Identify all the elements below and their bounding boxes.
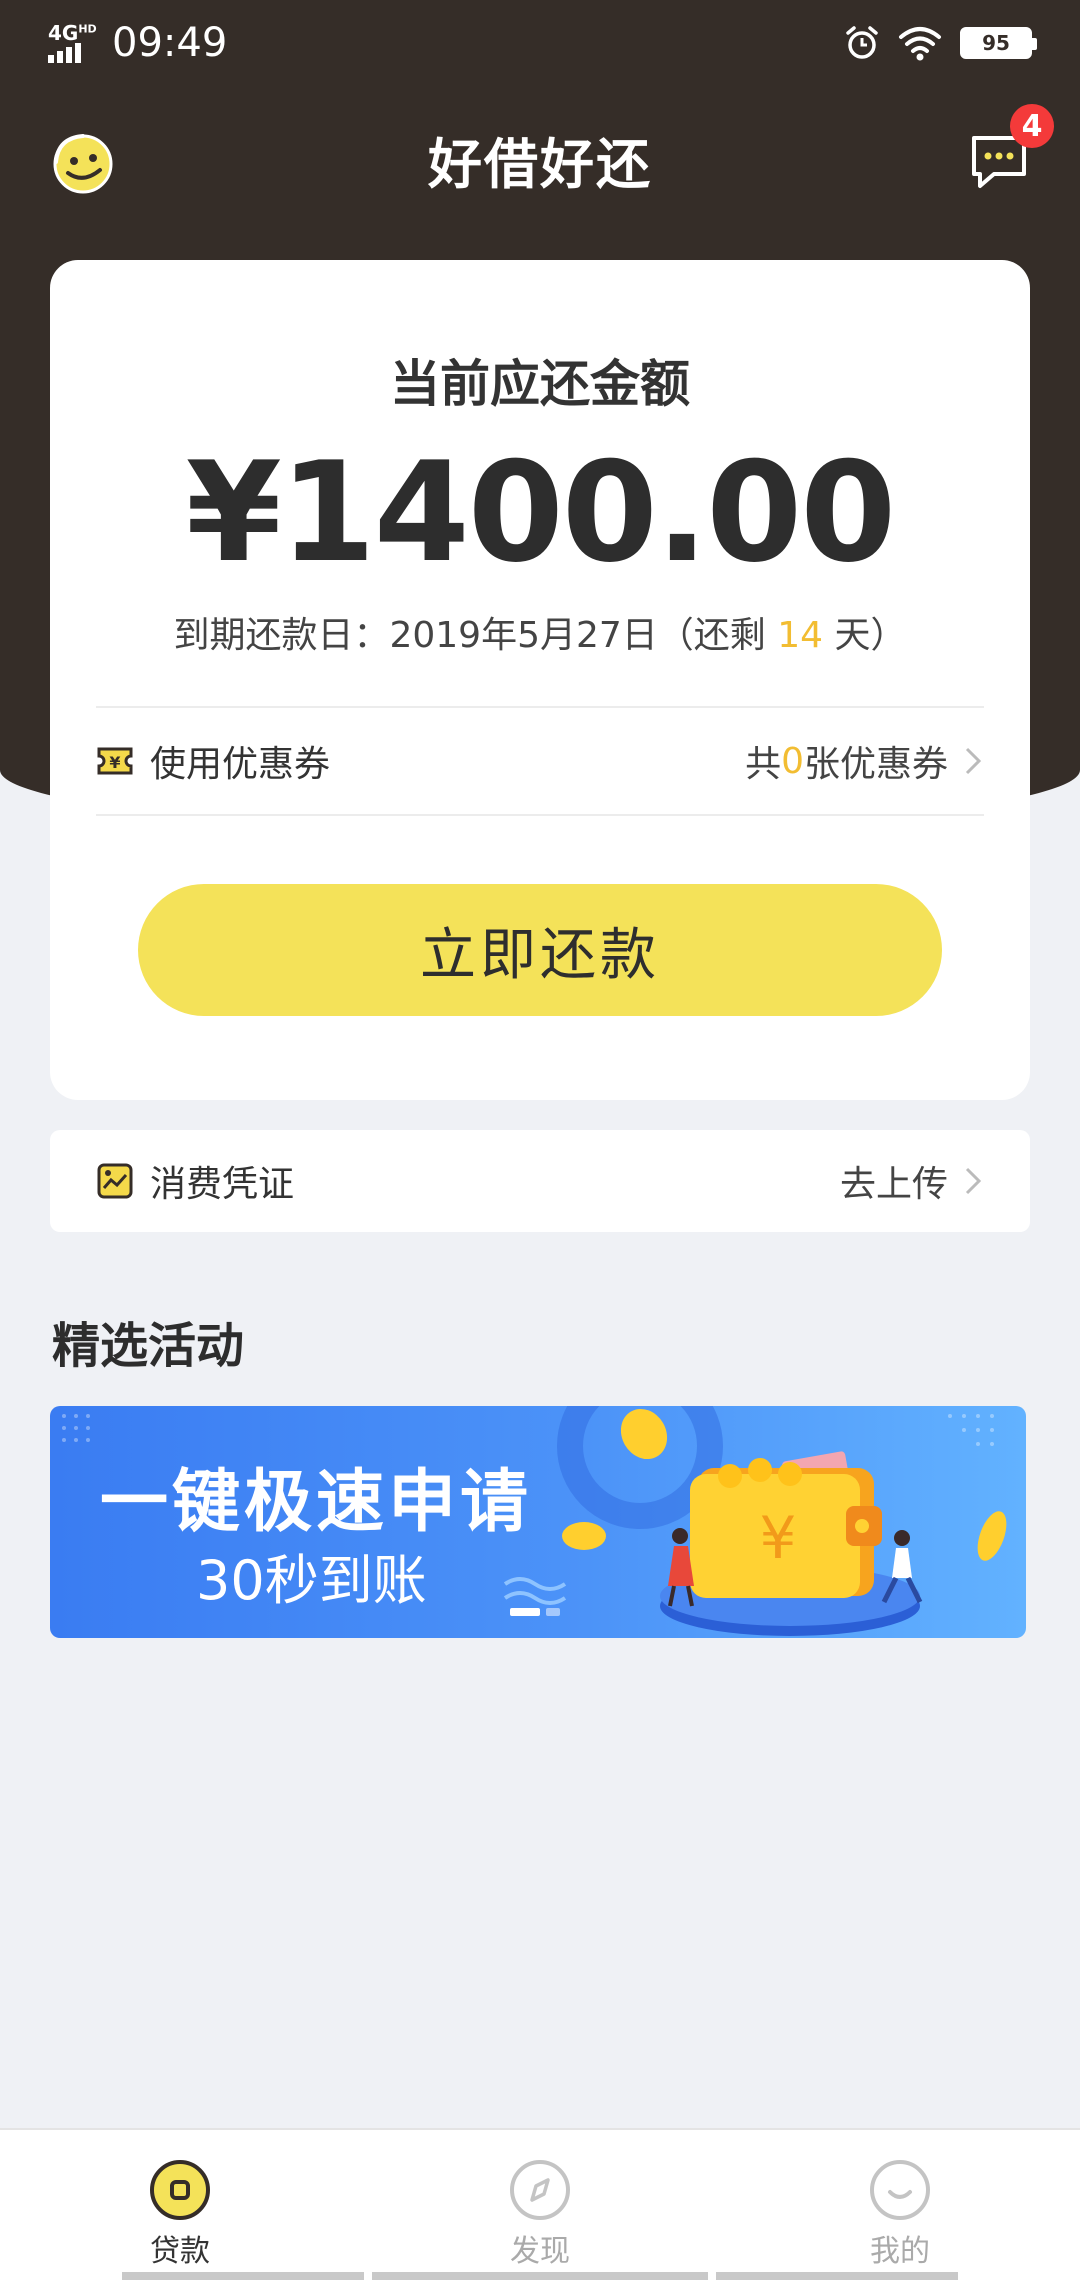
coupon-count-text: 共 0 张优惠券 bbox=[745, 735, 984, 787]
banner-headline: 一键极速申请 bbox=[100, 1463, 533, 1542]
due-date-suffix: 天） bbox=[823, 615, 907, 656]
tab-label: 贷款 bbox=[150, 2234, 210, 2269]
battery-indicator: 95 bbox=[960, 27, 1037, 59]
promo-banner[interactable]: ¥ 一键极速申请 30秒到账 bbox=[50, 1406, 1026, 1638]
page-title: 好借好还 bbox=[428, 133, 652, 196]
amount-value: ¥1400.00 bbox=[185, 432, 897, 593]
wifi-icon bbox=[899, 27, 941, 61]
due-date-prefix: 到期还款日：2019年5月27日（还剩 bbox=[173, 615, 778, 656]
network-indicator: 4GHD bbox=[48, 21, 100, 65]
days-left: 14 bbox=[777, 615, 824, 656]
coupon-suffix: 张优惠券 bbox=[803, 744, 948, 785]
divider bbox=[96, 814, 984, 816]
message-badge: 4 bbox=[1010, 104, 1054, 148]
alarm-icon bbox=[846, 26, 878, 59]
network-suffix: HD bbox=[78, 22, 97, 36]
voucher-label: 消费凭证 bbox=[150, 1164, 295, 1205]
tab-label: 发现 bbox=[510, 2234, 570, 2269]
tab-mine[interactable]: 我的 bbox=[720, 2130, 1080, 2280]
upload-link[interactable]: 去上传 bbox=[840, 1155, 984, 1207]
bottom-tab-bar: 贷款 发现 我的 bbox=[0, 2128, 1080, 2280]
carousel-indicator bbox=[510, 1608, 560, 1616]
status-bar: 4GHD 09:49 95 bbox=[0, 0, 1080, 86]
status-time: 09:49 bbox=[112, 20, 228, 66]
loan-coin-icon bbox=[150, 2160, 210, 2220]
coupon-prefix: 共 bbox=[745, 744, 782, 785]
coupon-row[interactable]: ¥ 使用优惠券 共 0 张优惠券 bbox=[96, 708, 984, 814]
banner-subline: 30秒到账 bbox=[196, 1549, 427, 1612]
coupon-label: 使用优惠券 bbox=[150, 744, 331, 785]
coupon-count: 0 bbox=[781, 740, 804, 782]
repay-now-button[interactable]: 立即还款 bbox=[138, 884, 942, 1016]
upload-label: 去上传 bbox=[839, 1164, 948, 1205]
amount-label: 当前应还金额 bbox=[390, 355, 690, 413]
receipt-image-icon bbox=[97, 1163, 133, 1199]
svg-text:¥: ¥ bbox=[760, 1504, 797, 1572]
app-header: 好借好还 bbox=[0, 100, 1080, 220]
chevron-right-icon bbox=[965, 747, 982, 775]
nav-indicator bbox=[122, 2272, 364, 2280]
signal-icon bbox=[48, 43, 81, 63]
tab-label: 我的 bbox=[870, 2234, 930, 2269]
due-date-text: 到期还款日：2019年5月27日（还剩 14 天） bbox=[50, 606, 1030, 658]
coupon-icon: ¥ bbox=[97, 747, 133, 775]
tab-loan[interactable]: 贷款 bbox=[0, 2130, 360, 2280]
section-title: 精选活动 bbox=[52, 1318, 245, 1374]
nav-indicator bbox=[372, 2272, 708, 2280]
nav-indicator bbox=[716, 2272, 958, 2280]
compass-icon bbox=[510, 2160, 570, 2220]
consumption-voucher-row[interactable]: 消费凭证 去上传 bbox=[50, 1130, 1030, 1232]
chevron-right-icon bbox=[965, 1167, 982, 1195]
svg-text:¥: ¥ bbox=[109, 753, 120, 772]
repayment-card: 当前应还金额 ¥1400.00 到期还款日：2019年5月27日（还剩 14 天… bbox=[50, 260, 1030, 1100]
smile-profile-icon bbox=[870, 2160, 930, 2220]
tab-discover[interactable]: 发现 bbox=[360, 2130, 720, 2280]
network-type: 4G bbox=[48, 21, 79, 45]
